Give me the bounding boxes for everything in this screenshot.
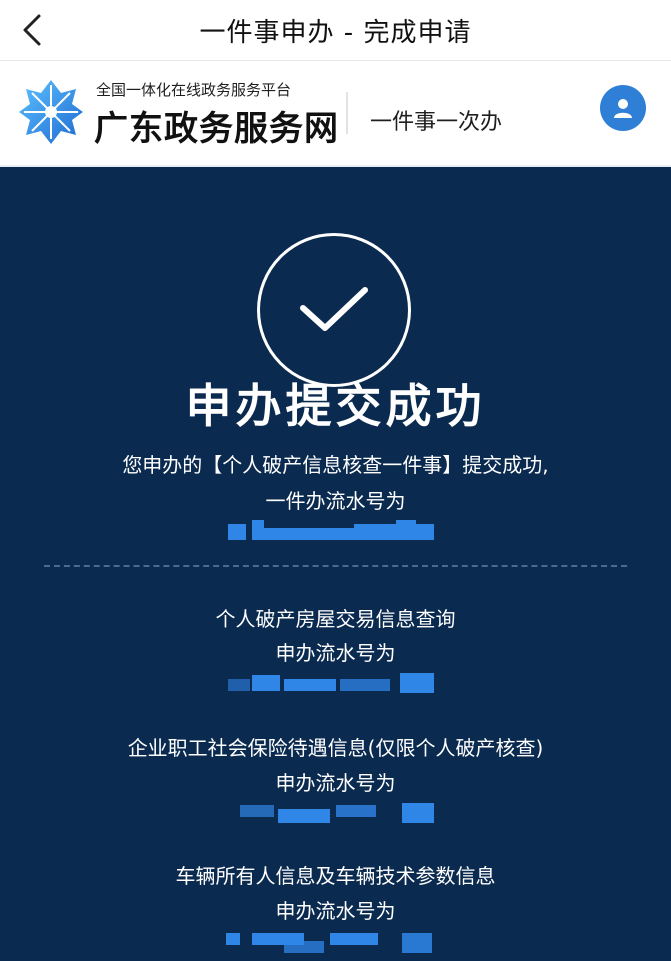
item-title: 车辆所有人信息及车辆技术参数信息 (175, 864, 496, 888)
back-icon (23, 14, 41, 46)
portal-logo-icon (19, 80, 83, 144)
serial-number-label: 一件办流水号为 (265, 489, 406, 513)
item-serial-label: 申办流水号为 (275, 899, 396, 923)
item-serial-label: 申办流水号为 (275, 771, 396, 795)
redacted-serial-number (240, 799, 436, 825)
success-message: 您申办的【个人破产信息核查一件事】提交成功, (122, 453, 549, 477)
item-title: 个人破产房屋交易信息查询 (215, 607, 456, 631)
result-panel: 申办提交成功 您申办的【个人破产信息核查一件事】提交成功, 一件办流水号为 个人… (0, 167, 671, 961)
user-icon (614, 99, 632, 118)
redacted-serial-number (228, 671, 438, 695)
success-check-circle (257, 233, 411, 387)
page-title: 一件事申办 - 完成申请 (199, 17, 472, 48)
item-serial-label: 申办流水号为 (275, 641, 396, 665)
success-title: 申办提交成功 (185, 379, 486, 433)
item-title: 企业职工社会保险待遇信息(仅限个人破产核查) (127, 736, 544, 760)
section-divider (44, 565, 627, 567)
brand-divider (346, 92, 348, 134)
redacted-serial-number (226, 931, 436, 955)
portal-name: 广东政务服务网 (94, 109, 339, 149)
portal-slogan: 一件事一次办 (370, 110, 503, 135)
top-bar: 一件事申办 - 完成申请 (0, 0, 671, 61)
portal-subtitle: 全国一体化在线政务服务平台 (96, 81, 292, 99)
checkmark-icon (300, 287, 368, 331)
brand-header: 全国一体化在线政务服务平台 广东政务服务网 一件事一次办 (0, 61, 671, 167)
back-button[interactable] (14, 10, 50, 50)
redacted-serial-number (228, 520, 444, 542)
user-avatar-button[interactable] (600, 85, 646, 131)
